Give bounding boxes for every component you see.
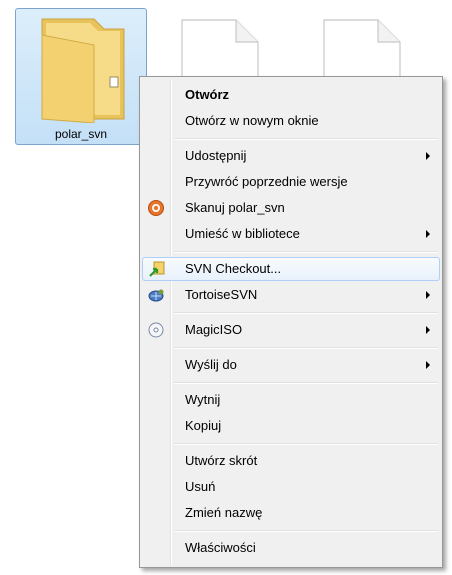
- menu-item-include-in-library[interactable]: Umieść w bibliotece: [142, 222, 440, 246]
- submenu-arrow-icon: [426, 326, 430, 334]
- menu-item-magiciso[interactable]: MagicISO: [142, 318, 440, 342]
- menu-item-label: Kopiuj: [185, 418, 222, 433]
- submenu-arrow-icon: [426, 152, 430, 160]
- svn-checkout-icon: [149, 261, 165, 277]
- menu-item-open[interactable]: Otwórz: [142, 83, 440, 107]
- menu-item-label: Umieść w bibliotece: [185, 226, 300, 241]
- menu-item-label: Skanuj polar_svn: [185, 200, 285, 215]
- tortoisesvn-icon: [148, 289, 164, 302]
- menu-item-label: Właściwości: [185, 540, 256, 555]
- menu-item-svn-checkout[interactable]: SVN Checkout...: [142, 257, 440, 281]
- menu-separator: [174, 443, 438, 445]
- menu-item-label: SVN Checkout...: [185, 261, 282, 276]
- folder-name-label: polar_svn: [54, 127, 108, 141]
- menu-item-label: TortoiseSVN: [185, 287, 258, 302]
- menu-item-rename[interactable]: Zmień nazwę: [142, 501, 440, 525]
- menu-item-label: Zmień nazwę: [185, 505, 263, 520]
- file-icon[interactable]: [180, 18, 260, 80]
- menu-item-label: Otwórz: [185, 87, 230, 102]
- menu-item-label: Otwórz w nowym oknie: [185, 113, 319, 128]
- menu-item-label: Utwórz skrót: [185, 453, 258, 468]
- submenu-arrow-icon: [426, 291, 430, 299]
- menu-item-delete[interactable]: Usuń: [142, 475, 440, 499]
- menu-item-create-shortcut[interactable]: Utwórz skrót: [142, 449, 440, 473]
- menu-separator: [174, 138, 438, 140]
- menu-item-label: Usuń: [185, 479, 216, 494]
- menu-separator: [174, 251, 438, 253]
- file-icon[interactable]: [322, 18, 402, 80]
- disc-icon: [148, 322, 164, 338]
- menu-item-share[interactable]: Udostępnij: [142, 144, 440, 168]
- menu-item-copy[interactable]: Kopiuj: [142, 414, 440, 438]
- menu-item-tortoisesvn[interactable]: TortoiseSVN: [142, 283, 440, 307]
- menu-item-cut[interactable]: Wytnij: [142, 388, 440, 412]
- submenu-arrow-icon: [426, 230, 430, 238]
- menu-item-label: Przywróć poprzednie wersje: [185, 174, 348, 189]
- antivirus-scan-icon: [148, 200, 164, 216]
- menu-item-label: Wyślij do: [185, 357, 237, 372]
- menu-item-restore-versions[interactable]: Przywróć poprzednie wersje: [142, 170, 440, 194]
- menu-separator: [174, 347, 438, 349]
- menu-separator: [174, 312, 438, 314]
- menu-item-label: Udostępnij: [185, 148, 247, 163]
- folder-polar-svn[interactable]: polar_svn: [15, 8, 147, 145]
- menu-item-label: Wytnij: [185, 392, 221, 407]
- menu-item-scan[interactable]: Skanuj polar_svn: [142, 196, 440, 220]
- menu-item-send-to[interactable]: Wyślij do: [142, 353, 440, 377]
- menu-item-open-new-window[interactable]: Otwórz w nowym oknie: [142, 109, 440, 133]
- menu-separator: [174, 530, 438, 532]
- menu-separator: [174, 382, 438, 384]
- menu-item-label: MagicISO: [185, 322, 243, 337]
- context-menu: Otwórz Otwórz w nowym oknie Udostępnij P…: [139, 76, 443, 568]
- menu-item-properties[interactable]: Właściwości: [142, 536, 440, 560]
- submenu-arrow-icon: [426, 361, 430, 369]
- folder-icon: [41, 18, 125, 123]
